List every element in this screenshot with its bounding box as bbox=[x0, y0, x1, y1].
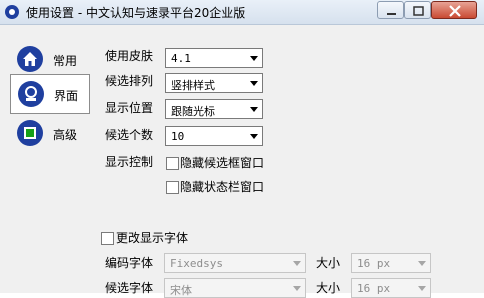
code-size-select[interactable]: 16 px bbox=[351, 253, 431, 273]
minimize-button[interactable] bbox=[377, 1, 404, 19]
chevron-down-icon bbox=[250, 107, 258, 112]
hide-candidate-label: 隐藏候选框窗口 bbox=[180, 156, 265, 170]
chevron-down-icon bbox=[293, 261, 301, 266]
count-select[interactable]: 10 bbox=[165, 126, 263, 146]
hide-status-checkbox[interactable] bbox=[166, 181, 179, 194]
cand-font-label: 候选字体 bbox=[105, 281, 154, 295]
title-bar: 使用设置 - 中文认知与速录平台20企业版 bbox=[0, 0, 484, 25]
control-label: 显示控制 bbox=[105, 155, 154, 169]
close-button[interactable] bbox=[431, 1, 477, 19]
app-icon bbox=[5, 5, 19, 19]
count-label: 候选个数 bbox=[105, 128, 154, 142]
skin-label: 使用皮肤 bbox=[105, 49, 154, 63]
layout-select[interactable]: 竖排样式 bbox=[165, 73, 263, 93]
code-size-label: 大小 bbox=[316, 256, 341, 270]
chevron-down-icon bbox=[250, 56, 258, 61]
window-title: 使用设置 - 中文认知与速录平台20企业版 bbox=[26, 6, 246, 20]
code-font-select[interactable]: Fixedsys bbox=[164, 253, 306, 273]
hide-status-label: 隐藏状态栏窗口 bbox=[180, 180, 265, 194]
chevron-down-icon bbox=[250, 134, 258, 139]
close-icon bbox=[449, 5, 461, 17]
change-font-label: 更改显示字体 bbox=[116, 231, 189, 245]
minimize-icon bbox=[387, 13, 396, 15]
home-icon bbox=[17, 46, 43, 72]
position-select[interactable]: 跟随光标 bbox=[165, 99, 263, 119]
cand-size-label: 大小 bbox=[316, 281, 341, 295]
layout-value: 竖排样式 bbox=[171, 79, 215, 92]
layout-label: 候选排列 bbox=[105, 74, 154, 88]
chevron-down-icon bbox=[418, 261, 426, 266]
maximize-icon bbox=[413, 6, 424, 16]
nav-item-interface[interactable]: 界面 bbox=[10, 74, 90, 114]
maximize-button[interactable] bbox=[404, 1, 431, 19]
code-size-value: 16 px bbox=[357, 257, 391, 270]
code-font-value: Fixedsys bbox=[170, 257, 223, 270]
skin-value: 4.1 bbox=[171, 52, 191, 65]
nav-item-advanced[interactable]: 高级 bbox=[10, 114, 90, 154]
advanced-icon bbox=[17, 120, 43, 146]
skin-select[interactable]: 4.1 bbox=[165, 48, 263, 68]
cand-size-select[interactable]: 16 px bbox=[351, 278, 431, 298]
hide-candidate-checkbox[interactable] bbox=[166, 157, 179, 170]
change-font-checkbox[interactable] bbox=[101, 232, 114, 245]
position-label: 显示位置 bbox=[105, 101, 154, 115]
chevron-down-icon bbox=[293, 286, 301, 291]
settings-window: 使用设置 - 中文认知与速录平台20企业版 常用 界面 高级 使用皮肤 4.1 … bbox=[0, 0, 484, 298]
code-font-label: 编码字体 bbox=[105, 256, 154, 270]
display-icon bbox=[18, 81, 44, 107]
position-value: 跟随光标 bbox=[171, 105, 215, 118]
nav-label-advanced: 高级 bbox=[53, 128, 78, 142]
cand-font-value: 宋体 bbox=[170, 284, 192, 297]
cand-size-value: 16 px bbox=[357, 282, 391, 295]
chevron-down-icon bbox=[250, 81, 258, 86]
cand-font-select[interactable]: 宋体 bbox=[164, 278, 306, 298]
nav-label-common: 常用 bbox=[53, 54, 78, 68]
count-value: 10 bbox=[171, 130, 185, 143]
nav-label-interface: 界面 bbox=[54, 89, 79, 103]
chevron-down-icon bbox=[418, 286, 426, 291]
